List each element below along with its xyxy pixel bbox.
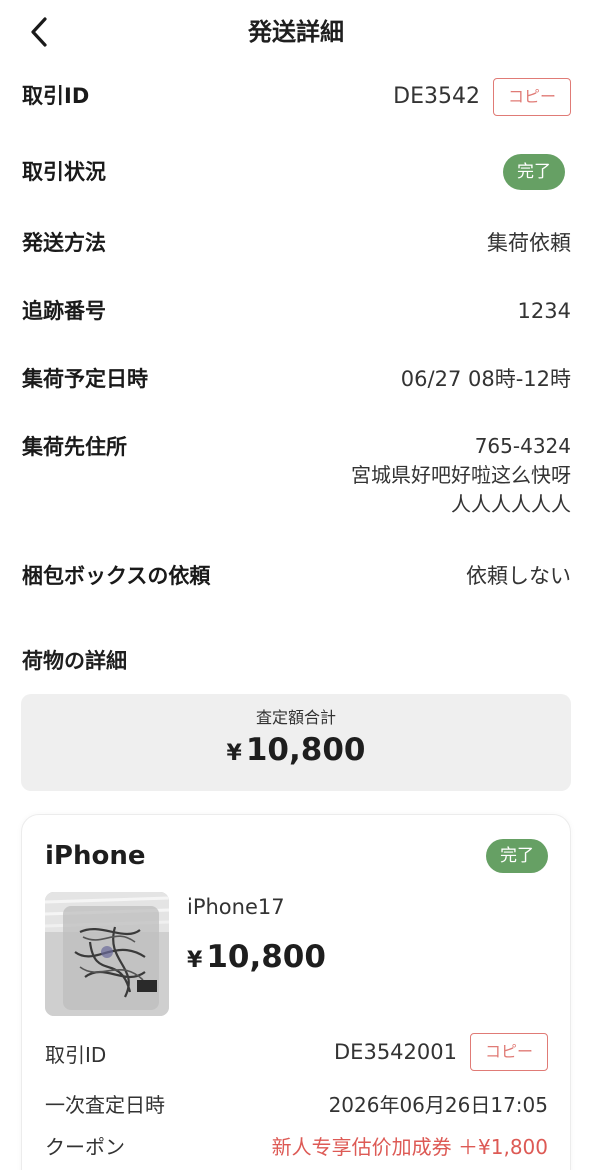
item-card: iPhone 完了 iPhone17 ¥10,800 取引ID DE354200… (21, 814, 571, 1170)
item-transaction-id-value: DE3542001 (334, 1040, 457, 1064)
address-line-1: 宮城県好吧好啦这么快呀 (351, 463, 571, 487)
total-amount-value: 10,800 (245, 732, 366, 768)
total-currency: ¥ (226, 741, 242, 766)
item-title: iPhone (45, 841, 146, 871)
item-assessment-row: 一次査定日時 2026年06月26日17:05 (45, 1083, 548, 1123)
address-line-2: 人人人人人人 (451, 492, 571, 516)
transaction-id-label: 取引ID (22, 84, 90, 108)
item-name: iPhone17 (187, 895, 285, 919)
packing-box-label: 梱包ボックスの依頼 (22, 564, 211, 588)
shipping-method-row: 発送方法 集荷依頼 (22, 228, 571, 258)
total-panel: 査定額合計 ¥10,800 (21, 694, 571, 791)
total-amount: ¥10,800 (21, 732, 571, 768)
status-badge-wrap: 完了 (503, 154, 565, 190)
tracking-number-value: 1234 (517, 299, 571, 323)
item-transaction-id-group: DE3542001 コピー (334, 1033, 548, 1071)
assessment-date-label: 一次査定日時 (45, 1093, 165, 1117)
shipping-detail-page: 発送詳細 取引ID DE3542 コピー 取引状況 完了 発送方法 集荷依頼 追… (0, 0, 592, 1170)
transaction-id-row: 取引ID DE3542 コピー (22, 78, 571, 118)
pickup-date-value: 06/27 08時-12時 (400, 367, 571, 391)
item-price-value: 10,800 (206, 939, 326, 975)
assessment-date-value: 2026年06月26日17:05 (328, 1093, 548, 1117)
coupon-value: 新人专享估价加成券 ＋¥1,800 (271, 1135, 548, 1159)
page-title: 発送詳細 (248, 18, 344, 46)
pickup-date-row: 集荷予定日時 06/27 08時-12時 (22, 364, 571, 394)
packing-box-value: 依頼しない (466, 564, 571, 588)
package-section-title: 荷物の詳細 (22, 649, 127, 673)
item-transaction-id-row: 取引ID DE3542001 コピー (45, 1033, 548, 1073)
item-photo-image (45, 892, 169, 1016)
item-transaction-id-label: 取引ID (45, 1043, 107, 1067)
copy-item-transaction-id-button[interactable]: コピー (469, 1033, 548, 1071)
pickup-address-label: 集荷先住所 (22, 435, 127, 459)
status-badge: 完了 (503, 154, 565, 190)
transaction-id-value: DE3542 (393, 84, 480, 109)
coupon-label: クーポン (45, 1135, 125, 1159)
shipping-method-value: 集荷依頼 (487, 231, 571, 255)
pickup-address-value: 765-4324 宮城県好吧好啦这么快呀 人人人人人人 (351, 432, 571, 519)
address-postal: 765-4324 (474, 434, 571, 458)
pickup-address-row: 集荷先住所 765-4324 宮城県好吧好啦这么快呀 人人人人人人 (22, 432, 571, 522)
item-price: ¥10,800 (187, 939, 326, 975)
packing-box-row: 梱包ボックスの依頼 依頼しない (22, 561, 571, 591)
item-thumbnail (45, 892, 169, 1016)
status-label: 取引状況 (22, 160, 106, 184)
tracking-number-row: 追跡番号 1234 (22, 296, 571, 326)
item-coupon-row: クーポン 新人专享估价加成券 ＋¥1,800 (45, 1125, 548, 1165)
item-currency: ¥ (187, 948, 203, 973)
shipping-method-label: 発送方法 (22, 231, 106, 255)
total-label: 査定額合計 (255, 708, 336, 727)
status-row: 取引状況 完了 (22, 154, 571, 190)
pickup-date-label: 集荷予定日時 (22, 367, 148, 391)
tracking-number-label: 追跡番号 (22, 299, 106, 323)
transaction-id-value-group: DE3542 コピー (393, 78, 571, 116)
item-status-badge: 完了 (486, 839, 548, 873)
header: 発送詳細 (0, 0, 592, 66)
copy-transaction-id-button[interactable]: コピー (492, 78, 571, 116)
